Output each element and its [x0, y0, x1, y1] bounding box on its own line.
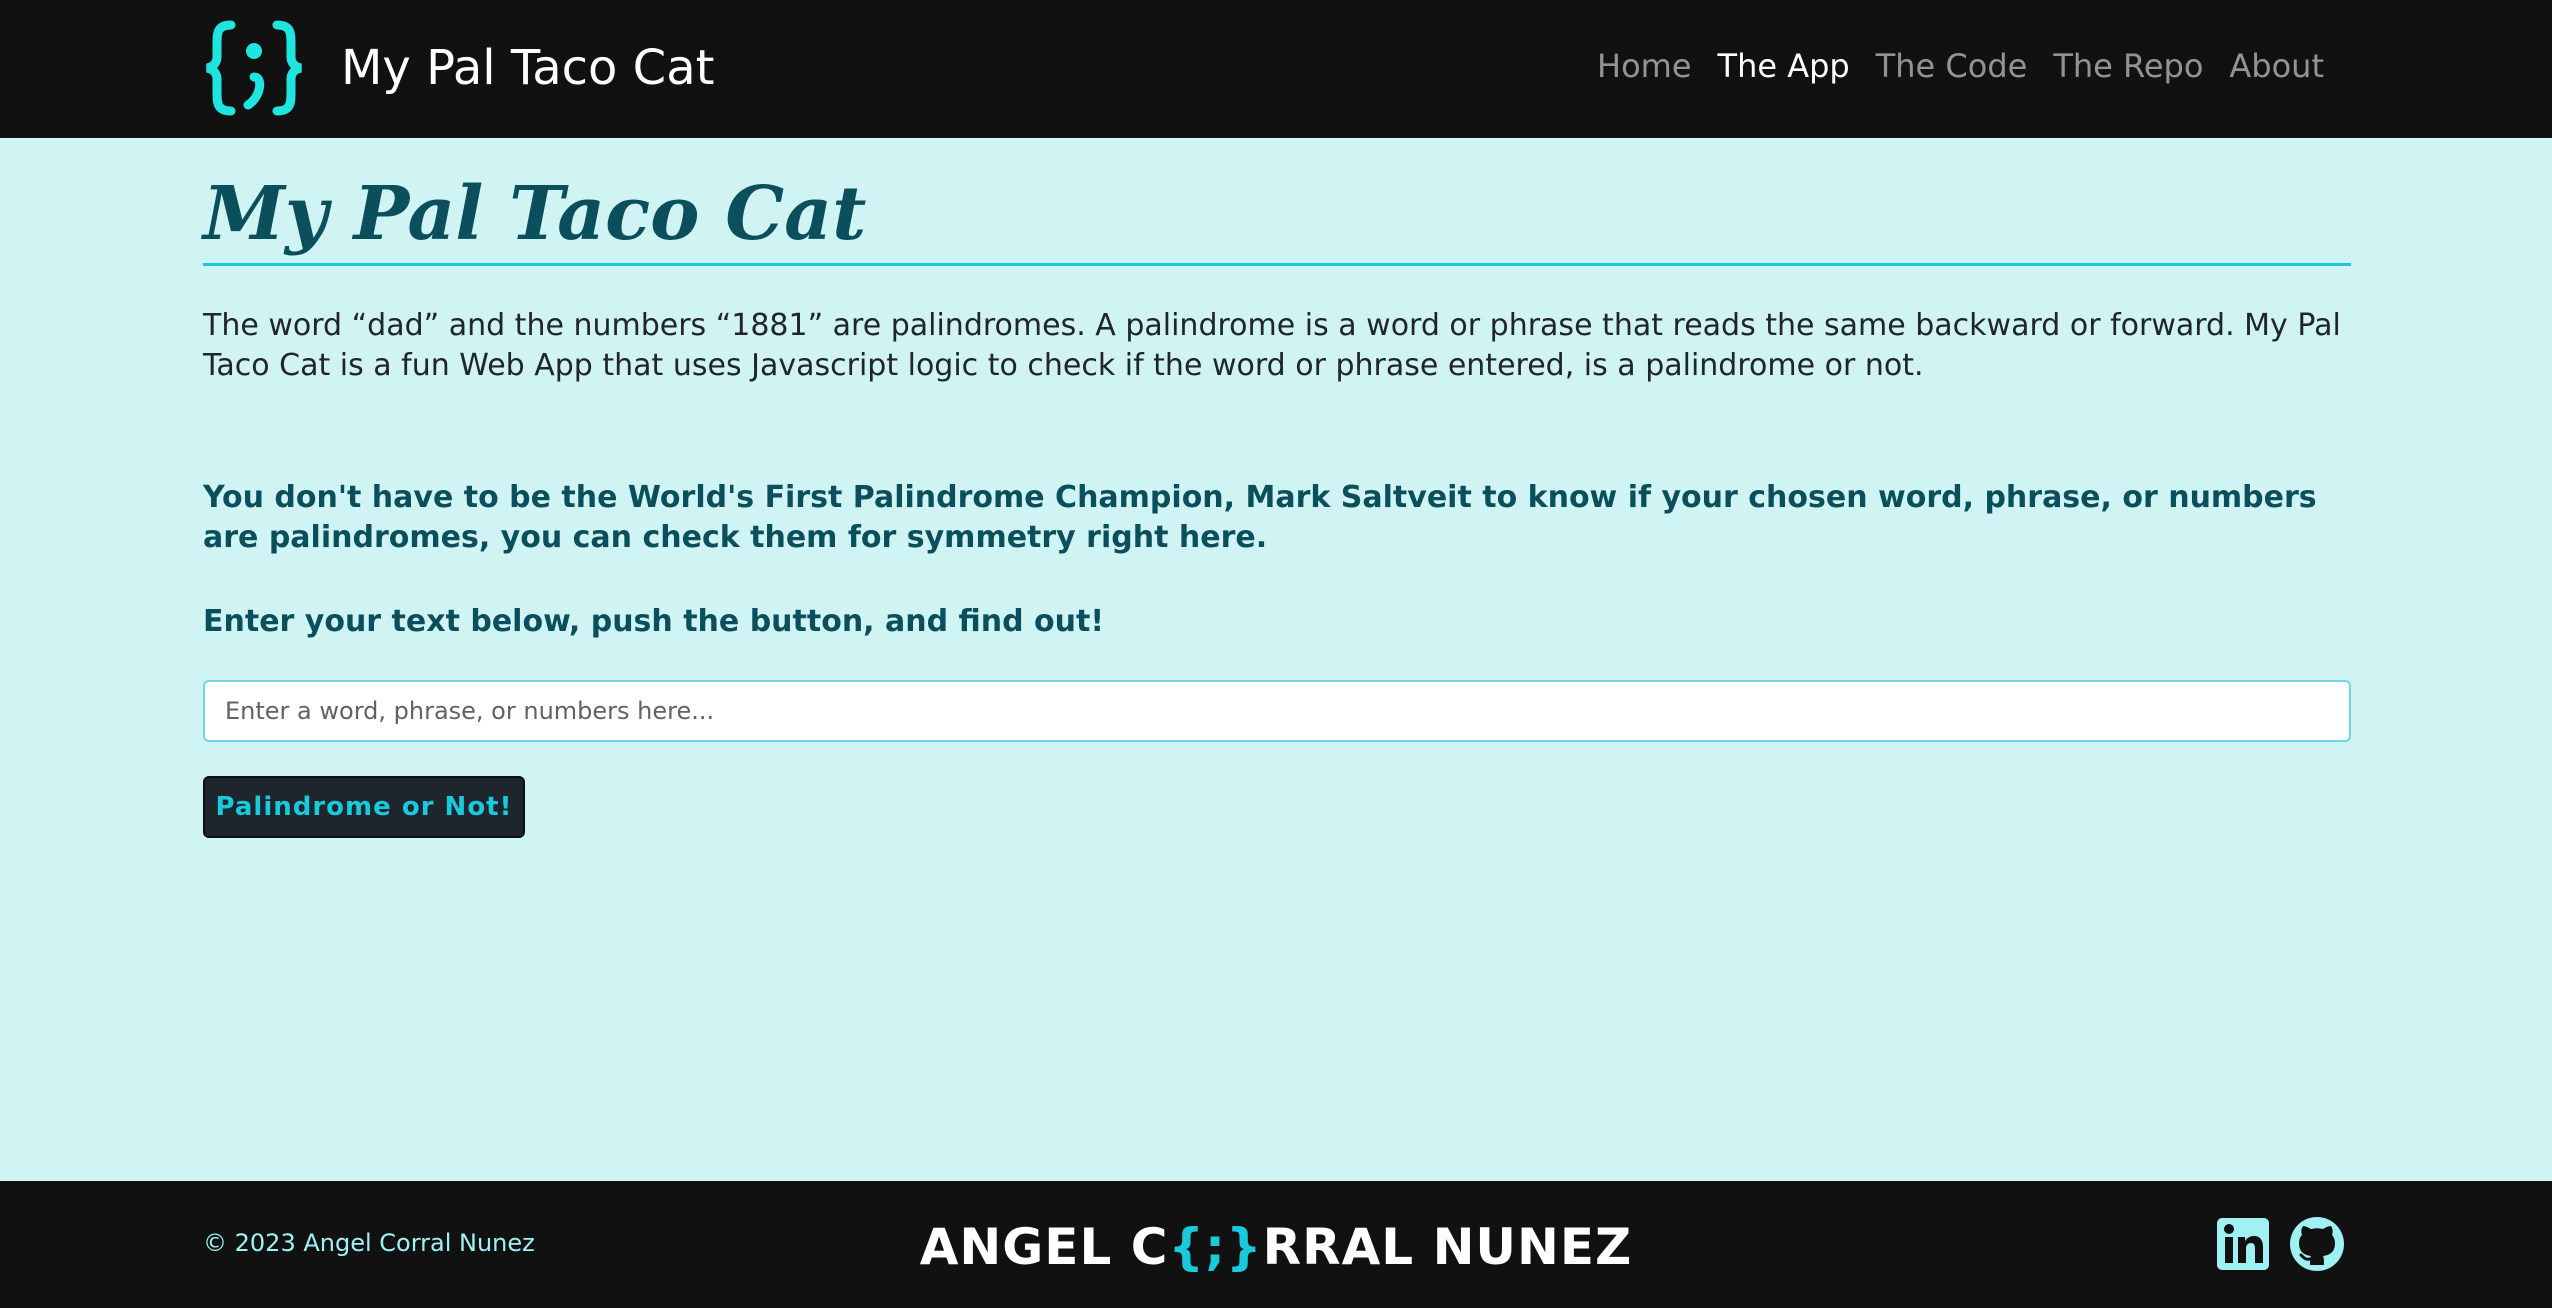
github-icon — [2290, 1217, 2344, 1271]
nav-link-about[interactable]: About — [2216, 44, 2337, 88]
github-link[interactable] — [2288, 1215, 2346, 1273]
footer-brand-prefix: ANGEL C — [919, 1218, 1169, 1276]
footer-brand: ANGEL C{;}RRAL NUNEZ — [0, 1219, 2552, 1275]
main-nav: Home The App The Code The Repo About — [1584, 44, 2337, 88]
footer: © 2023 Angel Corral Nunez ANGEL C{;}RRAL… — [0, 1181, 2552, 1308]
main-content: My Pal Taco Cat The word “dad” and the n… — [203, 138, 2351, 839]
linkedin-icon — [2217, 1218, 2269, 1270]
intro-text: The word “dad” and the numbers “1881” ar… — [203, 308, 2341, 384]
title-divider — [203, 263, 2351, 267]
palindrome-input[interactable] — [203, 680, 2351, 743]
nav-link-home[interactable]: Home — [1584, 44, 1705, 88]
footer-brand-suffix: RRAL NUNEZ — [1262, 1218, 1633, 1276]
nav-link-the-code[interactable]: The Code — [1863, 44, 2041, 88]
palindrome-check-button[interactable]: Palindrome or Not! — [203, 776, 525, 839]
nav-link-the-app[interactable]: The App — [1705, 44, 1863, 88]
brand-name: My Pal Taco Cat — [341, 40, 715, 96]
footer-brand-braces: {;} — [1168, 1218, 1263, 1276]
linkedin-link[interactable] — [2214, 1215, 2272, 1273]
lead-text: You don't have to be the World's First P… — [203, 480, 2317, 556]
page-title: My Pal Taco Cat — [203, 171, 867, 257]
navbar: My Pal Taco Cat Home The App The Code Th… — [0, 0, 2552, 138]
brand-link[interactable]: My Pal Taco Cat — [203, 16, 714, 120]
social-links — [2214, 1215, 2346, 1273]
nav-link-the-repo[interactable]: The Repo — [2040, 44, 2216, 88]
curly-braces-logo-icon — [205, 20, 303, 116]
instruction-text: Enter your text below, push the button, … — [203, 604, 1105, 640]
